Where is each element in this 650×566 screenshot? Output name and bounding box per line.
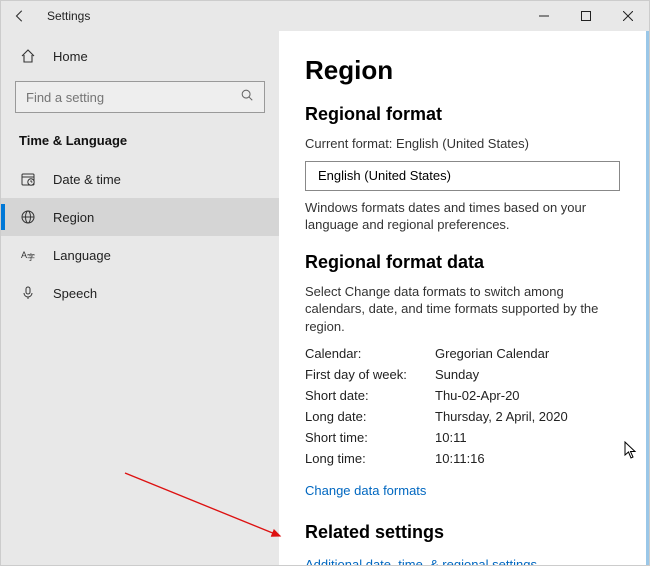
close-button[interactable] bbox=[607, 1, 649, 31]
window-title: Settings bbox=[47, 9, 90, 23]
sidebar-home[interactable]: Home bbox=[1, 37, 279, 75]
format-description: Windows formats dates and times based on… bbox=[305, 199, 620, 234]
table-row: Short date:Thu-02-Apr-20 bbox=[305, 385, 620, 406]
format-data-table: Calendar:Gregorian Calendar First day of… bbox=[305, 343, 620, 469]
sidebar-home-label: Home bbox=[53, 49, 88, 64]
minimize-button[interactable] bbox=[523, 1, 565, 31]
sidebar-category-heading: Time & Language bbox=[1, 123, 279, 160]
format-select[interactable]: English (United States) bbox=[305, 161, 620, 191]
search-input[interactable] bbox=[26, 90, 240, 105]
svg-text:字: 字 bbox=[27, 252, 35, 262]
sidebar-item-language[interactable]: A字 Language bbox=[1, 236, 279, 274]
microphone-icon bbox=[19, 285, 37, 301]
table-row: Calendar:Gregorian Calendar bbox=[305, 343, 620, 364]
table-row: Short time:10:11 bbox=[305, 427, 620, 448]
section-heading-related-settings: Related settings bbox=[305, 522, 620, 543]
sidebar: Home Time & Language Date & time Region … bbox=[1, 31, 279, 565]
maximize-button[interactable] bbox=[565, 1, 607, 31]
home-icon bbox=[19, 48, 37, 64]
cursor-icon bbox=[624, 441, 638, 462]
section-heading-regional-format-data: Regional format data bbox=[305, 252, 620, 273]
sidebar-item-label: Region bbox=[53, 210, 94, 225]
table-row: Long date:Thursday, 2 April, 2020 bbox=[305, 406, 620, 427]
section-heading-regional-format: Regional format bbox=[305, 104, 620, 125]
current-format-label: Current format: English (United States) bbox=[305, 135, 620, 153]
table-row: Long time:10:11:16 bbox=[305, 448, 620, 469]
sidebar-item-speech[interactable]: Speech bbox=[1, 274, 279, 312]
sidebar-item-date-time[interactable]: Date & time bbox=[1, 160, 279, 198]
page-title: Region bbox=[305, 55, 620, 86]
sidebar-item-label: Speech bbox=[53, 286, 97, 301]
search-icon bbox=[240, 88, 254, 107]
sidebar-item-label: Date & time bbox=[53, 172, 121, 187]
back-button[interactable] bbox=[9, 5, 31, 27]
sidebar-item-label: Language bbox=[53, 248, 111, 263]
additional-settings-link[interactable]: Additional date, time, & regional settin… bbox=[305, 557, 537, 565]
globe-icon bbox=[19, 209, 37, 225]
content-pane: Region Regional format Current format: E… bbox=[279, 31, 649, 565]
format-select-value: English (United States) bbox=[318, 168, 451, 183]
change-data-formats-link[interactable]: Change data formats bbox=[305, 483, 426, 498]
search-input-wrap[interactable] bbox=[15, 81, 265, 113]
calendar-clock-icon bbox=[19, 171, 37, 187]
language-icon: A字 bbox=[19, 247, 37, 263]
format-data-description: Select Change data formats to switch amo… bbox=[305, 283, 620, 336]
sidebar-item-region[interactable]: Region bbox=[1, 198, 279, 236]
titlebar: Settings bbox=[1, 1, 649, 31]
table-row: First day of week:Sunday bbox=[305, 364, 620, 385]
